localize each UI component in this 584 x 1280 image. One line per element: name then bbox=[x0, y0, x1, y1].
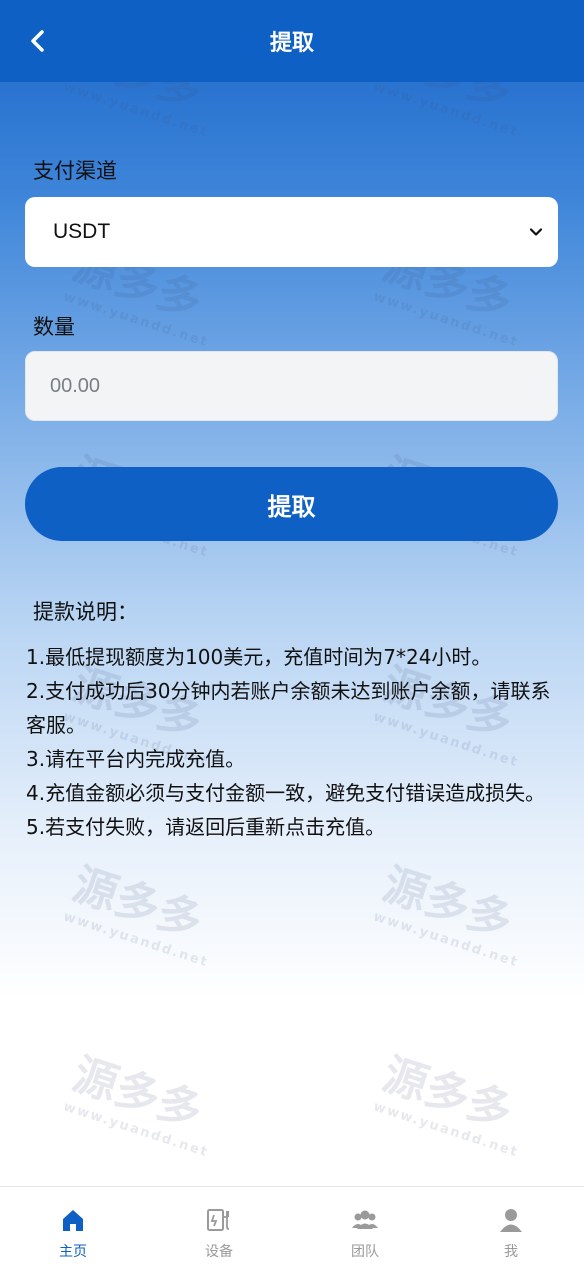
note-item: 1.最低提现额度为100美元，充值时间为7*24小时。 bbox=[26, 645, 492, 669]
amount-input[interactable] bbox=[25, 351, 558, 421]
header-bar: 提取 bbox=[0, 0, 584, 82]
tab-team[interactable]: 团队 bbox=[292, 1187, 438, 1280]
amount-label: 数量 bbox=[33, 315, 75, 339]
note-item: 5.若支付失败，请返回后重新点击充值。 bbox=[26, 815, 386, 839]
tab-device[interactable]: 设备 bbox=[146, 1187, 292, 1280]
home-icon bbox=[63, 1210, 83, 1231]
team-icon bbox=[352, 1210, 378, 1229]
notes-title: 提款说明： bbox=[33, 600, 138, 624]
notes-list: 1.最低提现额度为100美元，充值时间为7*24小时。 2.支付成功后30分钟内… bbox=[26, 640, 556, 844]
watermark: 源多多www.yuandd.net bbox=[371, 1038, 541, 1161]
device-icon bbox=[207, 1209, 230, 1231]
tab-label: 主页 bbox=[59, 1244, 87, 1260]
watermark-text: 源多多 bbox=[66, 858, 209, 949]
user-icon bbox=[500, 1209, 522, 1232]
note-item: 3.请在平台内完成充值。 bbox=[26, 747, 246, 771]
watermark-url: www.yuandd.net bbox=[371, 909, 521, 971]
tab-me[interactable]: 我 bbox=[438, 1187, 584, 1280]
watermark: 源多多www.yuandd.net bbox=[371, 848, 541, 971]
watermark: 源多多www.yuandd.net bbox=[61, 1038, 231, 1161]
channel-select[interactable]: USDT bbox=[25, 197, 558, 267]
watermark-url: www.yuandd.net bbox=[61, 1099, 211, 1161]
watermark-url: www.yuandd.net bbox=[61, 289, 211, 351]
watermark-url: www.yuandd.net bbox=[371, 79, 521, 141]
tab-label: 我 bbox=[504, 1244, 518, 1260]
bottom-tab-bar: 主页 设备 团队 我 bbox=[0, 1186, 584, 1280]
channel-value: USDT bbox=[53, 220, 111, 243]
chevron-down-icon bbox=[529, 228, 543, 236]
channel-label: 支付渠道 bbox=[33, 159, 117, 183]
watermark: 源多多www.yuandd.net bbox=[61, 848, 231, 971]
withdraw-button[interactable]: 提取 bbox=[25, 467, 558, 541]
tab-label: 团队 bbox=[351, 1244, 379, 1260]
back-button[interactable] bbox=[26, 26, 52, 56]
watermark-text: 源多多 bbox=[66, 1048, 209, 1139]
watermark-url: www.yuandd.net bbox=[61, 79, 211, 141]
watermark-url: www.yuandd.net bbox=[371, 289, 521, 351]
watermark-text: 源多多 bbox=[376, 858, 519, 949]
tab-home[interactable]: 主页 bbox=[0, 1187, 146, 1280]
watermark-text: 源多多 bbox=[376, 1048, 519, 1139]
watermark-url: www.yuandd.net bbox=[371, 1099, 521, 1161]
tab-label: 设备 bbox=[205, 1244, 233, 1260]
note-item: 2.支付成功后30分钟内若账户余额未达到账户余额，请联系客服。 bbox=[26, 679, 551, 737]
watermark-url: www.yuandd.net bbox=[61, 909, 211, 971]
note-item: 4.充值金额必须与支付金额一致，避免支付错误造成损失。 bbox=[26, 781, 546, 805]
chevron-left-icon bbox=[31, 30, 44, 52]
page-title: 提取 bbox=[269, 31, 314, 56]
